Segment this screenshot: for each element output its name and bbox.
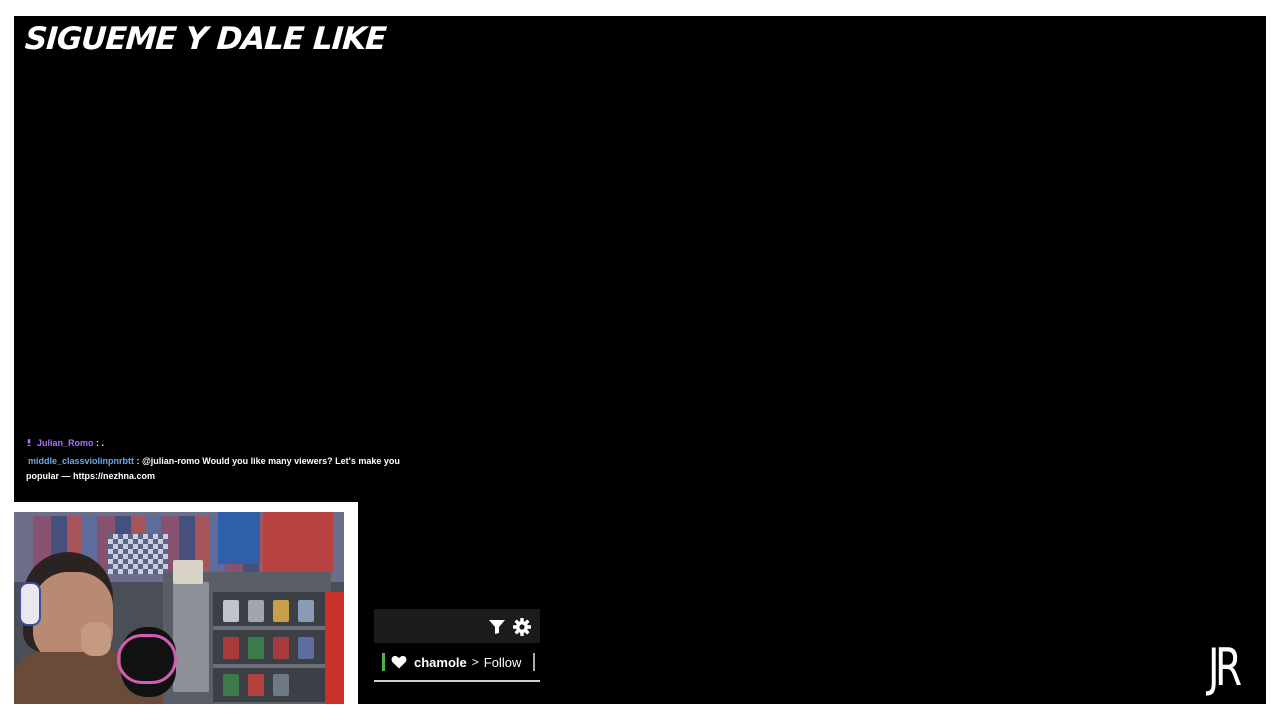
alert-accent-bar [382,653,385,671]
chat-message: Julian_Romo : . [26,436,406,451]
stream-frame: SIGUEME Y DALE LIKE Julian_Romo : . midd… [14,16,1266,704]
alert-username: chamole [414,654,467,670]
webcam-feed [14,512,344,704]
bottom-strip [0,704,1280,720]
filter-icon[interactable] [488,619,506,635]
stream-canvas: SIGUEME Y DALE LIKE Julian_Romo : . midd… [0,0,1280,720]
alert-divider-line [374,680,540,682]
alerts-toolbar [374,609,540,643]
channel-logo: JR [1208,638,1242,698]
chat-username[interactable]: middle_classviolinpnrbtt [28,456,134,466]
gear-icon[interactable] [512,617,532,637]
banner-title: SIGUEME Y DALE LIKE [23,21,387,57]
follow-alert-item[interactable]: chamole > Follow [382,652,538,672]
webcam-panel [14,502,358,704]
chat-username[interactable]: Julian_Romo [37,438,94,448]
chat-text: . [101,438,105,448]
alert-action: Follow [483,654,522,670]
alert-divider [533,653,536,671]
alert-arrow: > [471,655,479,669]
alerts-widget: chamole > Follow [374,609,540,691]
heart-icon [391,655,407,669]
broadcaster-badge-icon [27,439,31,447]
chat-message: middle_classviolinpnrbtt : @julian-romo … [26,454,406,484]
chat-overlay: Julian_Romo : . middle_classviolinpnrbtt… [26,436,406,484]
chat-separator: : [134,456,143,466]
chat-separator: : [93,438,102,448]
